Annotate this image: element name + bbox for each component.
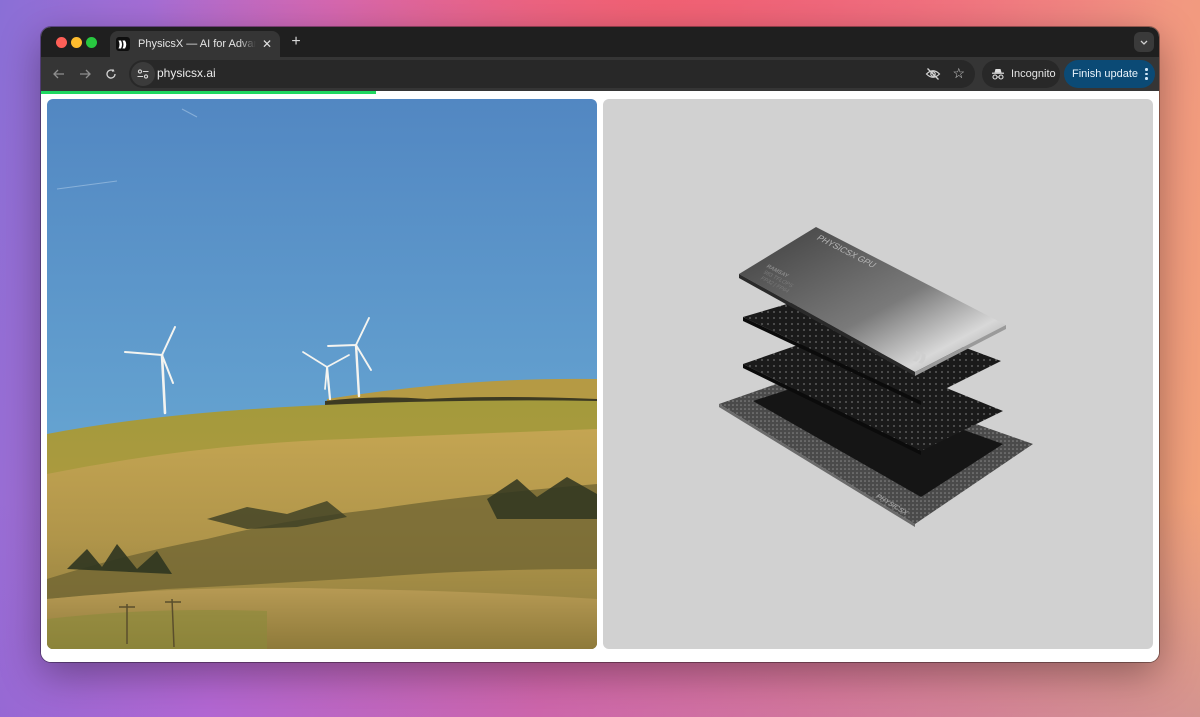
tab-search-button[interactable] <box>1134 32 1154 52</box>
minimize-window-button[interactable] <box>71 37 82 48</box>
chevron-down-icon <box>1140 40 1148 45</box>
arrow-right-icon <box>80 69 91 79</box>
site-info-button[interactable] <box>131 62 155 86</box>
back-button[interactable] <box>50 65 68 83</box>
browser-window: PhysicsX — AI for Advanced Engineering ✕… <box>41 27 1159 662</box>
eye-off-icon[interactable] <box>925 66 941 82</box>
gpu-chip-render-image: PHYSICSX PHYSICSX GPU RAMSAY 983 TFLOPS … <box>603 99 1153 649</box>
reload-button[interactable] <box>102 65 120 83</box>
finish-update-button[interactable]: Finish update <box>1064 60 1155 88</box>
finish-update-label: Finish update <box>1072 68 1139 80</box>
address-bar[interactable]: physicsx.ai ☆ <box>129 60 975 88</box>
incognito-label: Incognito <box>1011 68 1056 80</box>
close-tab-icon[interactable]: ✕ <box>260 37 274 51</box>
url-text[interactable]: physicsx.ai <box>157 66 216 80</box>
tab-title: PhysicsX — AI for Advanced Engineering <box>138 38 256 50</box>
fullscreen-window-button[interactable] <box>86 37 97 48</box>
reload-icon <box>106 68 116 79</box>
bookmark-star-icon[interactable]: ☆ <box>952 65 965 82</box>
browser-toolbar: physicsx.ai ☆ Incognito Finish update <box>41 57 1159 92</box>
title-bar: PhysicsX — AI for Advanced Engineering ✕… <box>41 27 1159 57</box>
page-content: PHYSICSX PHYSICSX GPU RAMSAY 983 TFLOPS … <box>41 94 1159 662</box>
new-tab-button[interactable]: + <box>287 33 305 51</box>
wind-turbines-image <box>47 99 597 649</box>
forward-button[interactable] <box>76 65 94 83</box>
physicsx-logo-icon <box>116 37 130 51</box>
tune-icon <box>137 69 149 79</box>
close-window-button[interactable] <box>56 37 67 48</box>
arrow-left-icon <box>53 69 64 79</box>
incognito-icon <box>992 69 1004 80</box>
tab-physicsx[interactable]: PhysicsX — AI for Advanced Engineering ✕ <box>110 31 280 57</box>
more-vert-icon[interactable] <box>1145 68 1148 80</box>
incognito-button[interactable]: Incognito <box>982 60 1060 88</box>
